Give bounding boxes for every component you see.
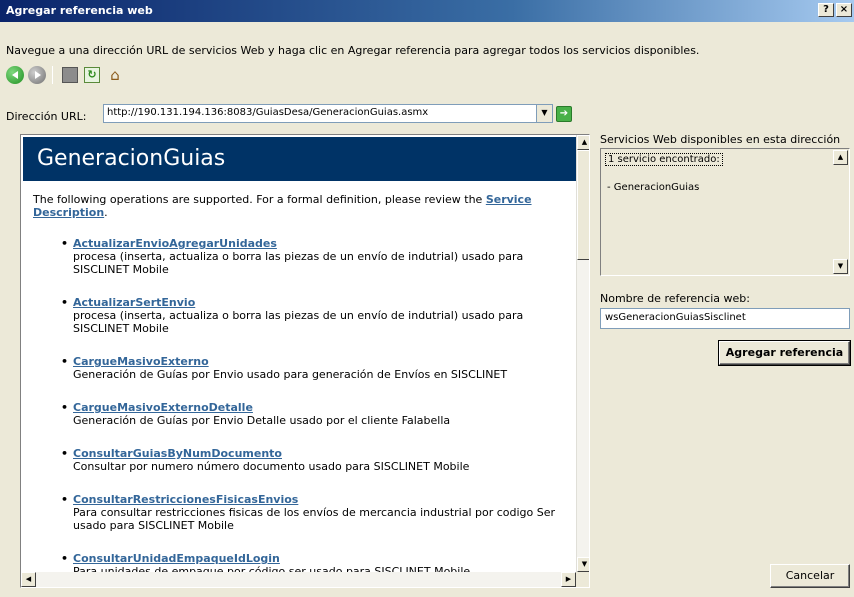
add-reference-button[interactable]: Agregar referencia [718, 340, 851, 366]
stop-icon[interactable] [62, 67, 78, 83]
title-bar: Agregar referencia web ? × [0, 0, 854, 22]
operation-link[interactable]: ActualizarEnvioAgregarUnidades [73, 237, 277, 250]
home-icon[interactable]: ⌂ [106, 66, 124, 84]
help-button[interactable]: ? [818, 3, 834, 17]
back-icon[interactable] [6, 66, 24, 84]
scroll-up-icon[interactable]: ▲ [833, 150, 848, 165]
cancel-button[interactable]: Cancelar [770, 564, 850, 588]
bullet-icon: • [61, 296, 69, 309]
bullet-icon: • [61, 447, 69, 460]
close-button[interactable]: × [836, 3, 852, 17]
intro-end: . [104, 206, 108, 219]
url-input[interactable]: http://190.131.194.136:8083/GuiasDesa/Ge… [103, 104, 553, 123]
forward-icon[interactable] [28, 66, 46, 84]
services-list[interactable]: 1 servicio encontrado: - GeneracionGuias… [600, 148, 850, 276]
operation-link[interactable]: CargueMasivoExternoDetalle [73, 401, 253, 414]
operation-item: • ConsultarRestriccionesFisicasEnvios Pa… [33, 493, 573, 532]
scroll-right-icon[interactable]: ▶ [561, 572, 576, 587]
operation-description: procesa (inserta, actualiza o borra las … [73, 250, 524, 276]
operation-link[interactable]: ConsultarRestriccionesFisicasEnvios [73, 493, 298, 506]
chevron-down-icon[interactable]: ▼ [536, 105, 552, 122]
operation-link[interactable]: CargueMasivoExterno [73, 355, 209, 368]
instruction-text: Navegue a una dirección URL de servicios… [6, 44, 700, 57]
operation-item: • ConsultarGuiasByNumDocumento Consultar… [33, 447, 573, 473]
scroll-down-icon[interactable]: ▼ [833, 259, 848, 274]
intro-text: The following operations are supported. … [33, 193, 486, 206]
bullet-icon: • [61, 552, 69, 565]
reference-name-input[interactable]: wsGeneracionGuiasSisclinet [600, 308, 850, 329]
operation-link[interactable]: ConsultarUnidadEmpaqueIdLogin [73, 552, 280, 565]
window-title: Agregar referencia web [6, 4, 153, 17]
bullet-icon: • [61, 401, 69, 414]
reference-name-label: Nombre de referencia web: [600, 292, 750, 305]
operation-item: • CargueMasivoExternoDetalle Generación … [33, 401, 573, 427]
services-scrollbar[interactable]: ▲ ▼ [833, 150, 848, 274]
scroll-thumb[interactable] [577, 150, 589, 260]
service-list-item[interactable]: - GeneracionGuias [607, 182, 843, 193]
operation-link[interactable]: ActualizarSertEnvio [73, 296, 195, 309]
operation-link[interactable]: ConsultarGuiasByNumDocumento [73, 447, 282, 460]
refresh-icon[interactable]: ↻ [84, 67, 100, 83]
operation-item: • CargueMasivoExterno Generación de Guía… [33, 355, 573, 381]
operation-description: Generación de Guías por Envio usado para… [73, 368, 508, 381]
bullet-icon: • [61, 493, 69, 506]
url-label: Dirección URL: [6, 110, 87, 123]
services-found-text: 1 servicio encontrado: [605, 153, 723, 166]
operation-description: Generación de Guías por Envio Detalle us… [73, 414, 451, 427]
scroll-left-icon[interactable]: ◀ [21, 572, 36, 587]
service-content: The following operations are supported. … [33, 193, 573, 587]
scroll-up-icon[interactable]: ▲ [577, 135, 589, 150]
service-heading: GeneracionGuias [23, 137, 576, 181]
bullet-icon: • [61, 237, 69, 250]
scroll-down-icon[interactable]: ▼ [577, 557, 589, 572]
horizontal-scrollbar[interactable]: ◀ ▶ [21, 572, 576, 587]
toolbar-separator [52, 66, 53, 84]
go-icon[interactable]: ➔ [556, 106, 572, 122]
operation-item: • ActualizarSertEnvio procesa (inserta, … [33, 296, 573, 335]
vertical-scrollbar[interactable]: ▲ ▼ [576, 135, 589, 572]
operation-description: Para consultar restricciones fisicas de … [73, 506, 556, 532]
intro-paragraph: The following operations are supported. … [33, 193, 573, 219]
browser-pane[interactable]: GeneracionGuias The following operations… [20, 134, 590, 588]
scrollbar-corner [576, 572, 589, 587]
operation-item: • ActualizarEnvioAgregarUnidades procesa… [33, 237, 573, 276]
operation-description: Consultar por numero número documento us… [73, 460, 470, 473]
operation-description: procesa (inserta, actualiza o borra las … [73, 309, 524, 335]
bullet-icon: • [61, 355, 69, 368]
url-value: http://190.131.194.136:8083/GuiasDesa/Ge… [107, 107, 429, 118]
